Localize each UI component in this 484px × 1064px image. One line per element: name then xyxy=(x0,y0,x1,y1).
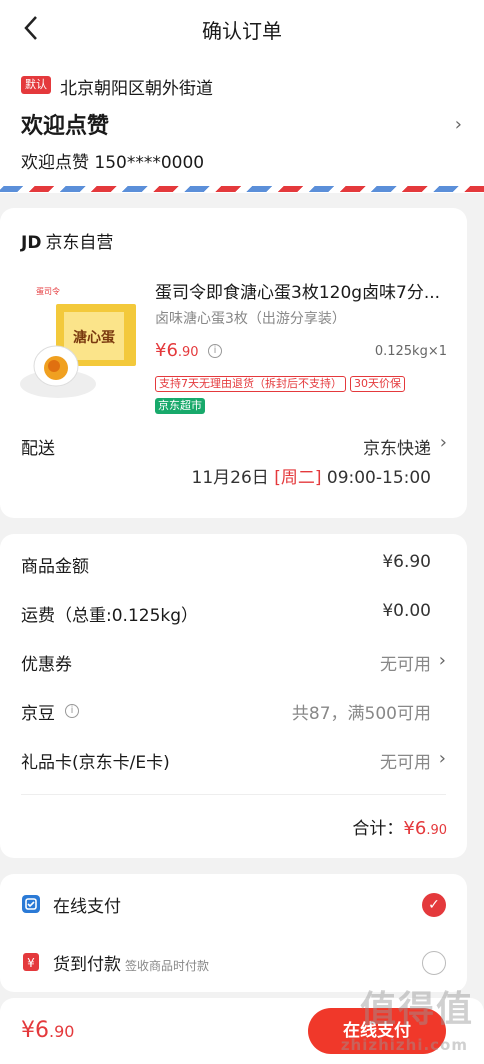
market-tag: 京东超市 xyxy=(155,398,205,414)
total-label: 合计： xyxy=(352,819,404,839)
default-badge: 默认 xyxy=(21,76,51,94)
total-symbol: ¥ xyxy=(403,818,415,839)
chevron-right-icon: › xyxy=(454,114,462,135)
total-value: ¥6.90 xyxy=(403,818,447,839)
cod-hint: 签收商品时付款 xyxy=(125,959,210,973)
summary-row-jingdou: 京豆 i 共87，满500可用 xyxy=(21,699,446,729)
radio-checked-icon[interactable]: ✓ xyxy=(422,893,446,917)
shipping-label: 配送 xyxy=(21,439,55,459)
bottom-price-int: 6 xyxy=(35,1018,49,1043)
store-label: 京东自营 xyxy=(45,233,114,253)
row-value: 无可用 xyxy=(380,753,431,773)
pay-online-option[interactable]: 在线支付 ✓ xyxy=(21,890,446,920)
row-label: 运费（总重:0.125kg） xyxy=(21,606,199,626)
order-item-card: JD 京东自营 溏心蛋 蛋司令 蛋司令即食溏心蛋3枚120g卤味7分... 卤味溏… xyxy=(0,208,467,518)
shipping-time[interactable]: 11月26日 [周二] 09:00-15:00 xyxy=(192,463,431,488)
chevron-right-icon: › xyxy=(439,432,447,453)
row-label: 优惠券 xyxy=(21,655,72,675)
price-protect-tag: 30天价保 xyxy=(350,376,405,392)
ship-window: 09:00-15:00 xyxy=(326,468,431,488)
address-line: 北京朝阳区朝外街道 xyxy=(60,79,213,99)
svg-text:溏心蛋: 溏心蛋 xyxy=(73,329,115,346)
divider xyxy=(21,794,446,795)
summary-row-coupon[interactable]: 优惠券 无可用 › xyxy=(21,650,446,680)
row-label: 礼品卡(京东卡/E卡) xyxy=(21,753,170,773)
price-int: 6 xyxy=(166,340,178,361)
row-value: ¥6.90 xyxy=(382,552,431,572)
jd-logo-icon: JD xyxy=(21,233,42,253)
recipient-contact: 欢迎点赞 150****0000 xyxy=(21,153,205,173)
product-spec: 卤味溏心蛋3枚（出游分享装） xyxy=(155,311,346,327)
price-symbol: ¥ xyxy=(155,340,167,361)
watermark-url: zhizhizhi.com xyxy=(340,1036,468,1054)
row-value: 无可用 xyxy=(380,655,431,675)
online-pay-icon xyxy=(22,895,40,913)
total-dec: .90 xyxy=(426,823,447,838)
store-name[interactable]: JD 京东自营 xyxy=(21,228,113,253)
svg-text:¥: ¥ xyxy=(27,956,35,970)
price-summary-card: 商品金额 ¥6.90 运费（总重:0.125kg） ¥0.00 优惠券 无可用 … xyxy=(0,534,467,858)
cod-text: 货到付款 xyxy=(53,955,121,975)
product-image[interactable]: 溏心蛋 蛋司令 xyxy=(18,276,140,406)
page-title: 确认订单 xyxy=(202,19,282,43)
recipient-name: 欢迎点赞 xyxy=(21,114,110,139)
chevron-right-icon: › xyxy=(438,650,446,671)
radio-unchecked-icon[interactable] xyxy=(422,951,446,975)
pay-cod-option[interactable]: ¥ 货到付款 签收商品时付款 xyxy=(21,948,446,978)
chevron-right-icon: › xyxy=(438,748,446,769)
svg-text:蛋司令: 蛋司令 xyxy=(36,286,60,296)
ship-weekday: [周二] xyxy=(274,468,322,488)
row-label: 商品金额 xyxy=(21,557,89,577)
summary-row-freight: 运费（总重:0.125kg） ¥0.00 xyxy=(21,601,446,631)
pay-cod-label: 货到付款 签收商品时付款 xyxy=(53,950,209,975)
envelope-stripe xyxy=(0,186,484,192)
total-amount: 合计：¥6.90 xyxy=(352,814,447,839)
pay-online-label: 在线支付 xyxy=(53,897,121,917)
shipping-method[interactable]: 京东快递 xyxy=(363,434,431,459)
payment-card: 在线支付 ✓ ¥ 货到付款 签收商品时付款 xyxy=(0,874,467,992)
price-dec: .90 xyxy=(177,345,199,360)
ship-date: 11月26日 xyxy=(191,468,269,488)
bottom-price-dec: .90 xyxy=(49,1022,75,1041)
product-qty: 0.125kg×1 xyxy=(374,344,447,359)
product-title[interactable]: 蛋司令即食溏心蛋3枚120g卤味7分... xyxy=(155,278,450,303)
row-value: ¥0.00 xyxy=(382,601,431,621)
watermark-logo: 值得值 xyxy=(359,989,474,1030)
return-tag: 支持7天无理由退货（拆封后不支持） xyxy=(155,376,346,392)
summary-row-goods: 商品金额 ¥6.90 xyxy=(21,552,446,582)
bottom-price-symbol: ¥ xyxy=(21,1018,35,1043)
row-value: 共87，满500可用 xyxy=(291,704,431,724)
info-icon[interactable]: i xyxy=(208,344,222,358)
product-price: ¥6.90 xyxy=(155,340,199,361)
total-int: 6 xyxy=(414,818,427,839)
address-card[interactable]: 默认 北京朝阳区朝外街道 欢迎点赞 › 欢迎点赞 150****0000 xyxy=(0,56,484,193)
service-tags: 支持7天无理由退货（拆封后不支持） 30天价保 xyxy=(155,376,405,392)
info-icon[interactable]: i xyxy=(65,704,79,718)
summary-row-giftcard[interactable]: 礼品卡(京东卡/E卡) 无可用 › xyxy=(21,748,446,778)
cash-on-delivery-icon: ¥ xyxy=(23,953,39,971)
row-label: 京豆 xyxy=(21,704,55,724)
bottom-price: ¥6.90 xyxy=(21,1018,74,1043)
top-bar: 确认订单 xyxy=(0,0,484,56)
